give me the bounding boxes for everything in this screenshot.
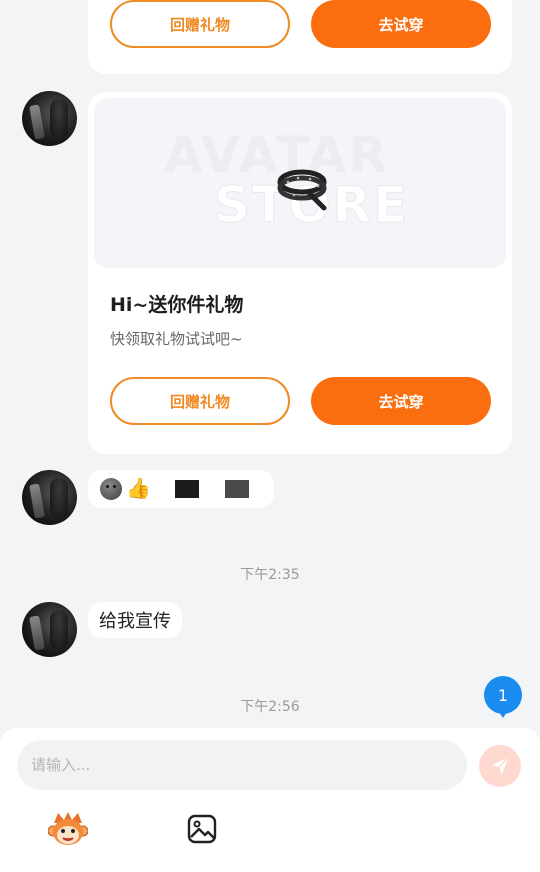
return-gift-button[interactable]: 回赠礼物 [110, 377, 290, 425]
text-message-bubble[interactable]: 给我宣传 [88, 602, 182, 638]
emoji-message-bubble: 👍 [88, 470, 274, 508]
face-emoji-icon [100, 478, 122, 500]
send-button[interactable] [479, 745, 521, 787]
try-on-button[interactable]: 去试穿 [311, 0, 491, 48]
message-input[interactable] [17, 740, 467, 790]
gift-card: AVATAR STORE Hi~送你件礼物 快领取礼物试试吧~ 回赠礼物 去试穿 [88, 92, 512, 454]
emoji-placeholder-icon [175, 480, 199, 498]
gift-card-previous: 回赠礼物 去试穿 [88, 0, 512, 74]
timestamp: 下午2:56 [240, 699, 300, 715]
message-text: 给我宣传 [99, 611, 171, 632]
avatar[interactable] [22, 470, 77, 525]
avatar[interactable] [22, 91, 77, 146]
gift-card-title: Hi~送你件礼物 [110, 294, 244, 316]
return-gift-button[interactable]: 回赠礼物 [110, 0, 290, 48]
gift-card-subtitle: 快领取礼物试试吧~ [110, 330, 243, 348]
unread-count-badge[interactable]: 1 [484, 676, 522, 718]
image-button[interactable] [187, 814, 217, 844]
emoji-placeholder-icon [225, 480, 249, 498]
thumbs-up-emoji-icon: 👍 [126, 476, 151, 500]
avatar[interactable] [22, 602, 77, 657]
image-icon [187, 814, 217, 844]
eyes [106, 485, 109, 488]
gift-banner: AVATAR STORE [94, 98, 506, 268]
composer-bar [0, 728, 540, 872]
timestamp: 下午2:35 [240, 567, 300, 583]
send-icon [491, 757, 509, 775]
belt-icon [277, 169, 327, 211]
try-on-button[interactable]: 去试穿 [311, 377, 491, 425]
monkey-mascot-icon [47, 812, 89, 845]
mascot-button[interactable] [47, 811, 89, 847]
